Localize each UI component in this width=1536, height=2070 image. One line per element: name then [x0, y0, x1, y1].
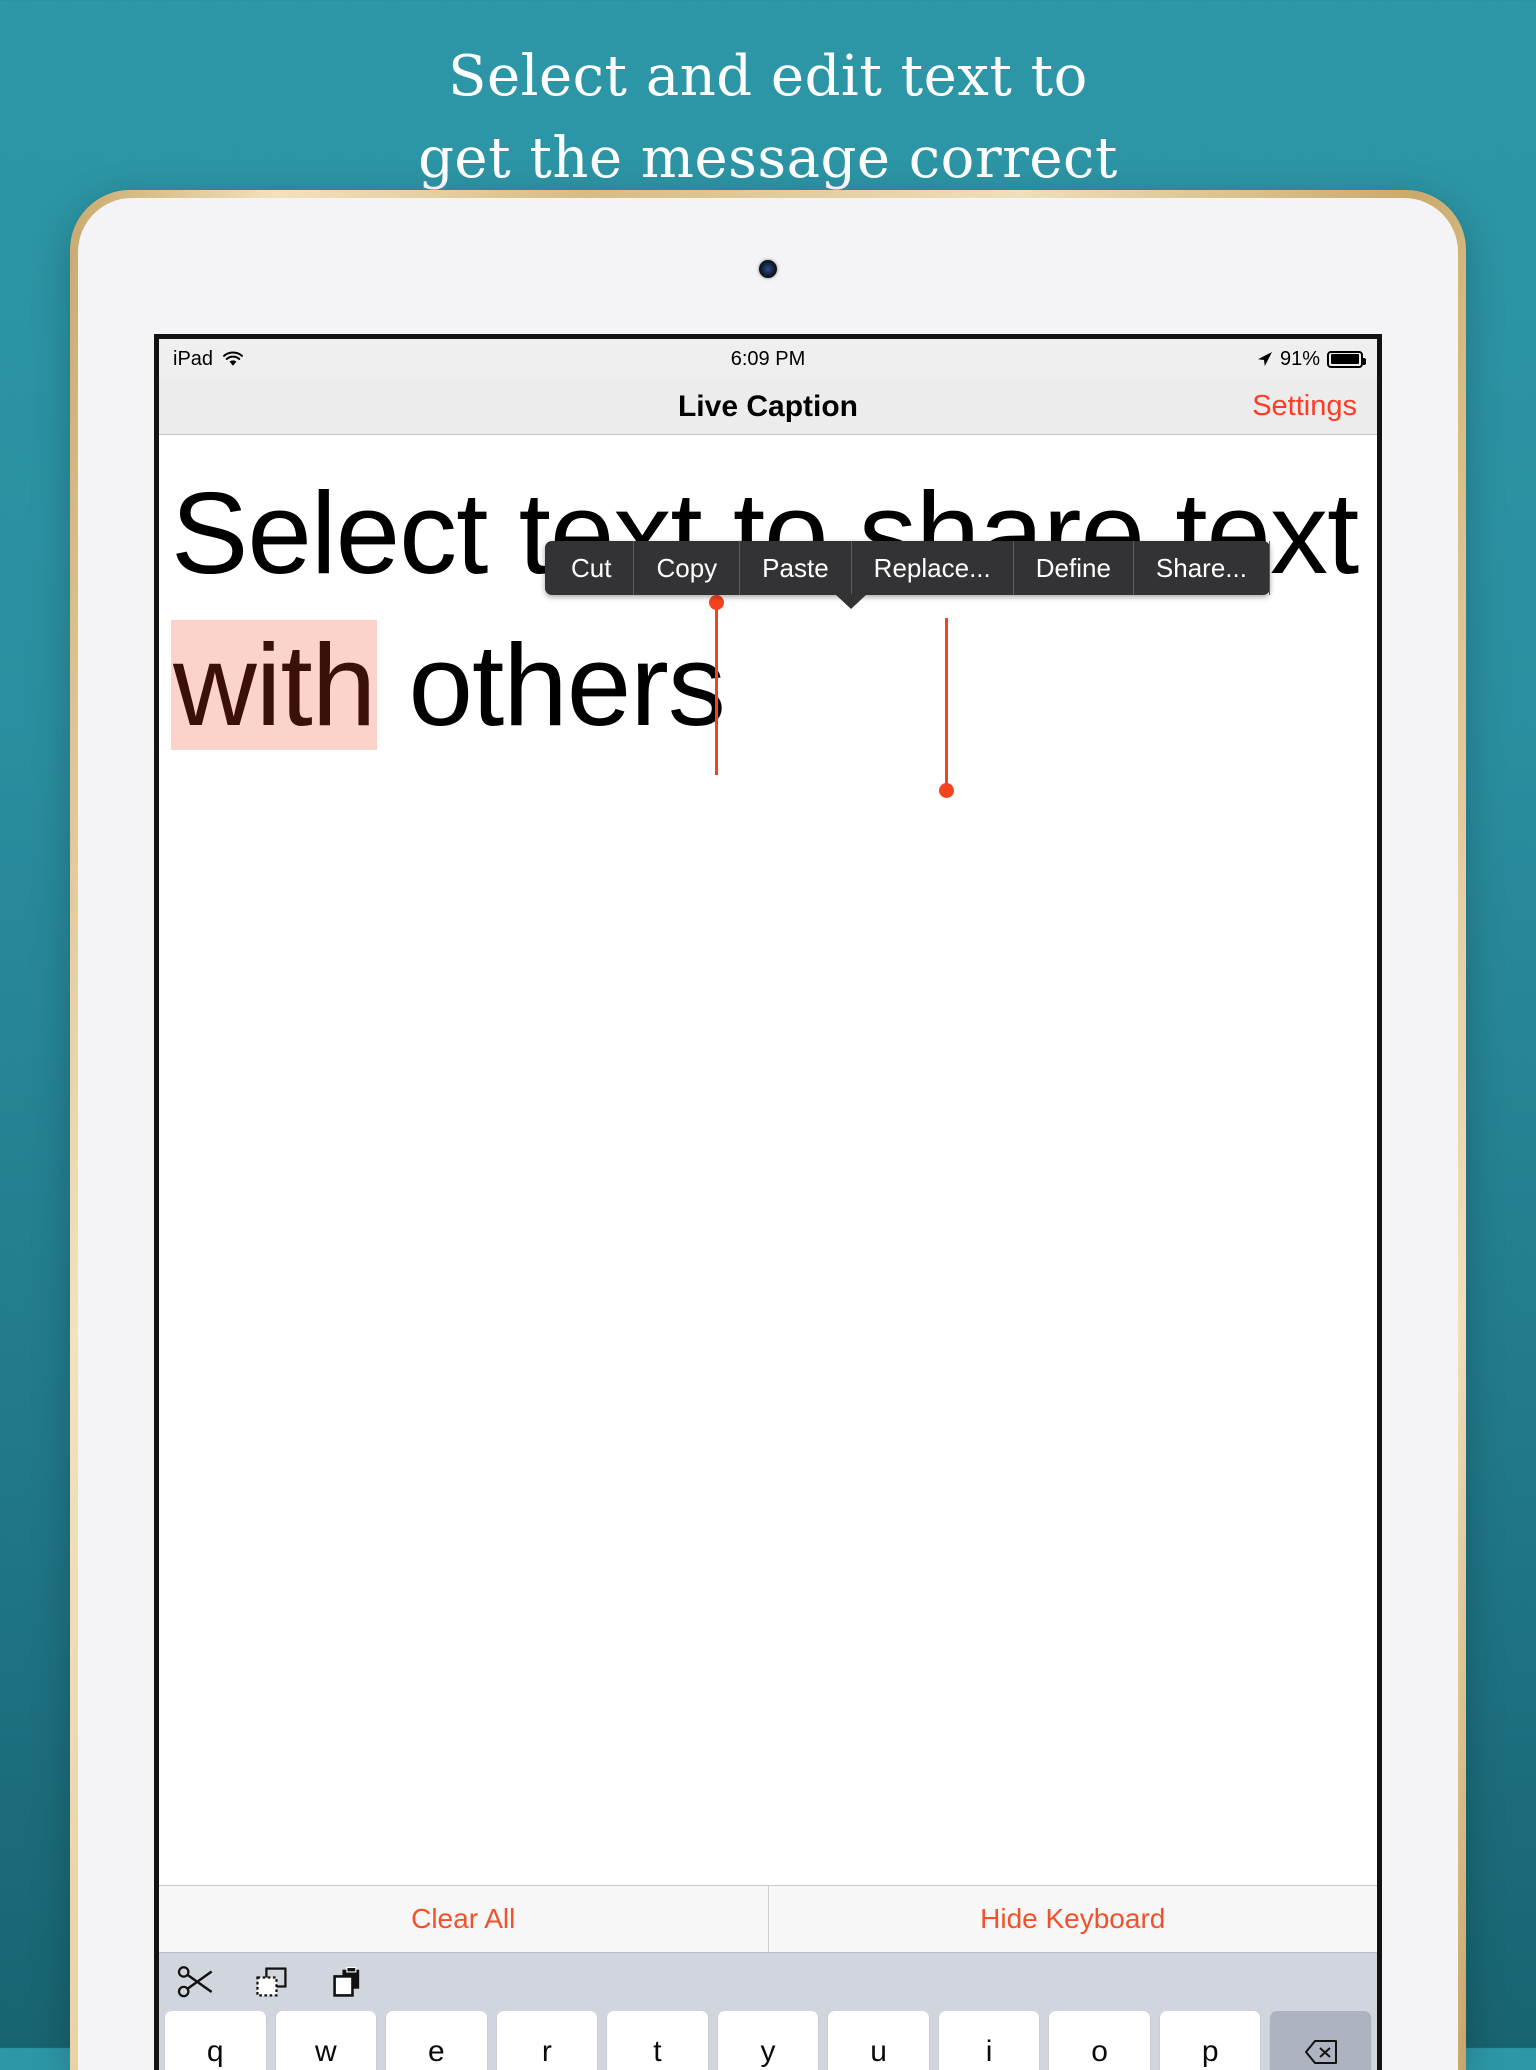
ipad-bezel: iPad 6:09 PM 91% Live Caption Settings S…	[78, 198, 1458, 2070]
menu-item-copy[interactable]: Copy	[634, 541, 741, 595]
hide-keyboard-button[interactable]: Hide Keyboard	[767, 1886, 1378, 1952]
key-e[interactable]: e	[386, 2011, 487, 2070]
action-toolbar: Clear All Hide Keyboard	[159, 1885, 1377, 1953]
menu-item-replace[interactable]: Replace...	[852, 541, 1014, 595]
menu-item-cut[interactable]: Cut	[545, 541, 635, 595]
key-t[interactable]: t	[607, 2011, 708, 2070]
paste-clipboard-icon[interactable]	[329, 1965, 367, 1999]
key-q[interactable]: q	[165, 2011, 266, 2070]
key-o[interactable]: o	[1049, 2011, 1150, 2070]
location-arrow-icon	[1257, 351, 1273, 367]
carrier-label: iPad	[173, 347, 214, 370]
status-bar-right: 91%	[1257, 347, 1366, 371]
copy-icon[interactable]	[253, 1965, 291, 1999]
selected-text[interactable]: with	[171, 620, 378, 750]
key-w[interactable]: w	[275, 2011, 377, 2070]
status-bar: iPad 6:09 PM 91%	[159, 339, 1377, 379]
menu-item-define[interactable]: Define	[1014, 541, 1134, 595]
promo-headline: Select and edit text to get the message …	[0, 36, 1536, 200]
key-i[interactable]: i	[938, 2011, 1040, 2070]
navigation-bar: Live Caption Settings	[159, 379, 1377, 435]
battery-percent-label: 91%	[1279, 347, 1320, 370]
backspace-key[interactable]	[1270, 2011, 1372, 2070]
status-bar-left: iPad	[173, 348, 244, 371]
caption-text-after: others	[377, 620, 726, 750]
headline-line-2: get the message correct	[418, 126, 1118, 191]
ipad-screen-border: iPad 6:09 PM 91% Live Caption Settings S…	[154, 334, 1382, 2070]
ipad-screen: iPad 6:09 PM 91% Live Caption Settings S…	[159, 339, 1377, 2070]
scissors-cut-icon[interactable]	[177, 1965, 215, 1999]
on-screen-keyboard: q w e r t y u i o p	[159, 1953, 1377, 2070]
key-y[interactable]: y	[717, 2011, 819, 2070]
battery-icon	[1327, 350, 1366, 368]
ipad-device-frame: iPad 6:09 PM 91% Live Caption Settings S…	[70, 190, 1466, 2070]
clear-all-button[interactable]: Clear All	[159, 1886, 768, 1952]
keyboard-shortcut-bar	[159, 1953, 1377, 2011]
page-title: Live Caption	[677, 389, 858, 423]
status-bar-time: 6:09 PM	[730, 347, 806, 370]
wifi-icon	[222, 351, 244, 367]
selection-handle-end[interactable]	[939, 618, 954, 798]
text-edit-callout-menu[interactable]: Cut Copy Paste Replace... Define Share..…	[545, 541, 1270, 609]
key-r[interactable]: r	[496, 2011, 598, 2070]
menu-item-share[interactable]: Share...	[1134, 541, 1270, 595]
key-u[interactable]: u	[828, 2011, 929, 2070]
selection-handle-start[interactable]	[709, 595, 724, 775]
headline-line-1: Select and edit text to	[448, 44, 1088, 109]
front-camera-icon	[759, 260, 777, 278]
menu-item-paste[interactable]: Paste	[740, 541, 852, 595]
caption-text-area[interactable]: Select text to share text with others Cu…	[159, 435, 1377, 1885]
settings-button[interactable]: Settings	[1252, 390, 1357, 423]
key-p[interactable]: p	[1159, 2011, 1261, 2070]
callout-arrow-icon	[835, 594, 867, 609]
keyboard-row-1: q w e r t y u i o p	[159, 2011, 1377, 2070]
caption-text[interactable]: Select text to share text with others	[171, 457, 1367, 761]
